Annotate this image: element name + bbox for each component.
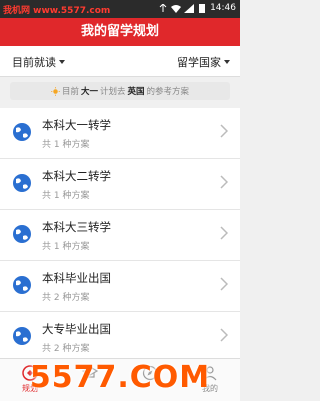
- globe-icon: [13, 225, 31, 243]
- plan-count: 共 1 种方案: [42, 140, 90, 150]
- summary-country: 英国: [127, 87, 145, 97]
- list-item[interactable]: 本科大一转学 共 1 种方案: [0, 108, 240, 159]
- battery-icon: [199, 3, 206, 13]
- summary-grade: 大一: [80, 87, 98, 97]
- status-icons: 14:46: [158, 3, 236, 13]
- chevron-right-icon: [220, 226, 228, 240]
- chevron-right-icon: [220, 124, 228, 138]
- globe-icon: [13, 123, 31, 141]
- list-item[interactable]: 本科大三转学 共 1 种方案: [0, 210, 240, 261]
- plan-count: 共 1 种方案: [42, 191, 90, 201]
- filter-bar: 目前就读 留学国家: [0, 46, 240, 77]
- status-bar: 我机网 www.5577.com 14:46: [0, 0, 240, 18]
- list-item[interactable]: 本科毕业出国 共 2 种方案: [0, 261, 240, 312]
- globe-icon: [13, 327, 31, 345]
- plan-title: 本科大二转学: [42, 169, 111, 183]
- target-country-label: 留学国家: [177, 56, 221, 69]
- plan-list: 本科大一转学 共 1 种方案 本科大二转学 共 1 种方案 本科大三转学 共 1…: [0, 108, 240, 363]
- sun-icon: [50, 86, 60, 96]
- globe-icon: [13, 276, 31, 294]
- plan-title: 本科毕业出国: [42, 271, 111, 285]
- globe-icon: [13, 174, 31, 192]
- chevron-right-icon: [220, 277, 228, 291]
- plan-count: 共 1 种方案: [42, 242, 90, 252]
- list-item[interactable]: 本科大二转学 共 1 种方案: [0, 159, 240, 210]
- plan-title: 大专毕业出国: [42, 322, 111, 336]
- plan-summary-banner: 目前 大一 计划去 英国 的参考方案: [10, 82, 230, 100]
- chevron-down-icon: [224, 60, 230, 64]
- current-study-label: 目前就读: [12, 56, 56, 69]
- status-time: 14:46: [210, 3, 236, 13]
- target-country-dropdown[interactable]: 留学国家: [177, 54, 230, 70]
- signal-icon: [184, 3, 195, 13]
- plan-title: 本科大一转学: [42, 118, 111, 132]
- summary-prefix: 目前: [61, 87, 79, 97]
- site-watermark: 5577.COM: [29, 360, 211, 395]
- summary-suffix: 的参考方案: [146, 87, 190, 97]
- chevron-right-icon: [220, 328, 228, 342]
- page-title: 我的留学规划: [0, 18, 240, 46]
- chevron-down-icon: [59, 60, 65, 64]
- wifi-icon: [171, 4, 182, 13]
- summary-mid: 计划去: [99, 87, 126, 97]
- list-item[interactable]: 大专毕业出国 共 2 种方案: [0, 312, 240, 363]
- plan-title: 本科大三转学: [42, 220, 111, 234]
- plan-count: 共 2 种方案: [42, 293, 90, 303]
- usb-icon: [159, 3, 167, 12]
- chevron-right-icon: [220, 175, 228, 189]
- current-study-dropdown[interactable]: 目前就读: [12, 54, 65, 70]
- plan-count: 共 2 种方案: [42, 344, 90, 354]
- status-brand-text: 我机网 www.5577.com: [3, 6, 111, 16]
